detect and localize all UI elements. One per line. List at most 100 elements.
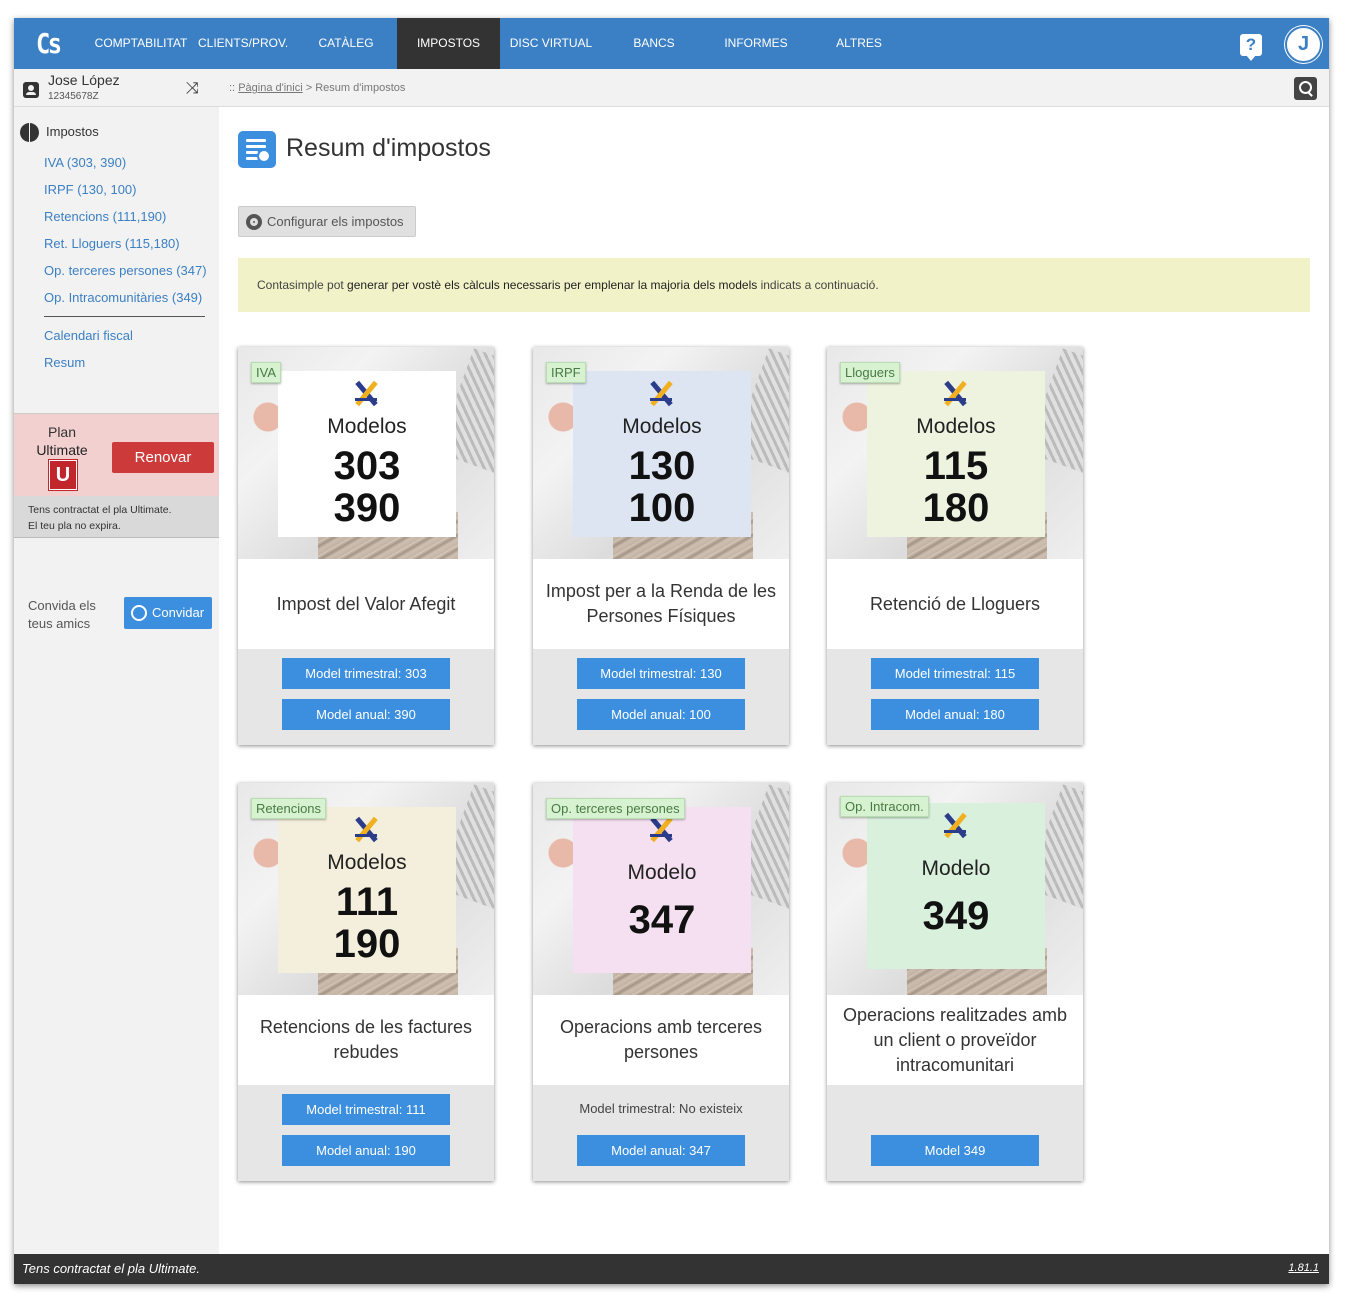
sidebar-item-ret-lloguers[interactable]: Ret. Lloguers (115,180) <box>44 236 180 251</box>
nav-altres[interactable]: ALTRES <box>826 18 892 69</box>
nav-impostos[interactable]: IMPOSTOS <box>397 18 500 69</box>
card-footer: Model 349 <box>827 1085 1083 1181</box>
sidebar-divider <box>44 316 205 317</box>
card-description: Impost del Valor Afegit <box>276 593 456 614</box>
renew-button[interactable]: Renovar <box>112 442 214 473</box>
aeat-logo-icon <box>938 379 972 407</box>
card-tag: Op. terceres persones <box>546 798 685 819</box>
sidebar-heading: Impostos <box>46 124 99 139</box>
shuffle-icon[interactable]: ⤨ <box>186 80 199 98</box>
pie-chart-icon <box>20 123 39 142</box>
card-footer: Model trimestral: 130 Model anual: 100 <box>533 649 789 745</box>
nav-bancs[interactable]: BANCS <box>622 18 686 69</box>
nav-comptabilitat[interactable]: COMPTABILITAT <box>94 18 188 69</box>
card-number: 115 <box>923 444 989 488</box>
card-description: Retenció de Lloguers <box>869 593 1041 614</box>
quarterly-model-button[interactable]: Model trimestral: 303 <box>282 658 450 689</box>
plan-name: Ultimate <box>36 442 88 458</box>
footer-plan-text: Tens contractat el pla Ultimate. <box>22 1261 200 1276</box>
plan-label: Plan <box>47 424 77 440</box>
card-number: 130 <box>628 444 696 488</box>
annual-model-button[interactable]: Model anual: 347 <box>577 1135 745 1166</box>
aeat-logo-icon <box>349 815 383 843</box>
plan-note: Tens contractat el pla Ultimate. El teu … <box>14 496 219 538</box>
card-number: 347 <box>628 898 696 942</box>
card-tag: Op. Intracom. <box>840 796 929 817</box>
card-paper: Modelos 303 390 <box>278 371 456 537</box>
card-number: 390 <box>333 486 401 530</box>
sidebar-item-irpf[interactable]: IRPF (130, 100) <box>44 182 137 197</box>
card-tag: Lloguers <box>840 362 900 383</box>
info-text-pre: Contasimple pot <box>257 278 348 292</box>
sidebar-item-op-terceres[interactable]: Op. terceres persones (347) <box>44 263 207 278</box>
breadcrumb-home-link[interactable]: Pàgina d'inici <box>238 82 302 94</box>
info-banner: Contasimple pot generar per vostè els cà… <box>238 258 1310 312</box>
nav-informes[interactable]: INFORMES <box>714 18 798 69</box>
annual-model-button[interactable]: Model anual: 180 <box>871 699 1039 730</box>
card-number: 190 <box>333 922 401 966</box>
aeat-logo-icon <box>644 815 678 843</box>
tax-card-irpf: IRPF Modelos 130 100 Impost per a la Ren… <box>533 347 789 745</box>
sidebar-item-iva[interactable]: IVA (303, 390) <box>44 155 126 170</box>
sidebar-item-calendari[interactable]: Calendari fiscal <box>44 328 133 343</box>
card-footer: Model trimestral: 303 Model anual: 390 <box>238 649 494 745</box>
card-number: 100 <box>628 486 696 530</box>
sidebar: Impostos IVA (303, 390) IRPF (130, 100) … <box>14 107 219 1254</box>
tax-card-lloguers: Lloguers Modelos 115 180 Retenció de Llo… <box>827 347 1083 745</box>
tax-card-retencions: Retencions Modelos 111 190 Retencions de… <box>238 783 494 1181</box>
sidebar-item-retencions[interactable]: Retencions (111,190) <box>44 209 166 224</box>
card-footer: Model trimestral: No existeix Model anua… <box>533 1085 789 1181</box>
help-icon[interactable]: ? <box>1240 34 1262 61</box>
quarterly-model-button[interactable]: Model trimestral: 111 <box>282 1094 450 1125</box>
card-heading: Modelo <box>921 857 991 880</box>
avatar[interactable]: J <box>1285 26 1322 63</box>
plan-box: Plan Ultimate U Renovar <box>14 413 219 496</box>
card-tag: IVA <box>251 362 281 383</box>
invite-button-label: Convidar <box>152 605 205 620</box>
card-number: 303 <box>333 444 401 488</box>
nav-cataleg[interactable]: CATÀLEG <box>306 18 386 69</box>
card-number: 349 <box>922 894 990 938</box>
user-name: Jose López <box>48 72 120 88</box>
top-navigation: Cs COMPTABILITAT CLIENTS/PROV. CATÀLEG I… <box>14 18 1329 69</box>
aeat-logo-icon <box>938 811 972 839</box>
globe-icon <box>131 605 147 621</box>
sidebar-item-resum[interactable]: Resum <box>44 355 85 370</box>
card-number: 180 <box>922 486 990 530</box>
plan-note-line1: Tens contractat el pla Ultimate. <box>28 504 172 516</box>
annual-model-button[interactable]: Model anual: 190 <box>282 1135 450 1166</box>
model-349-button[interactable]: Model 349 <box>871 1135 1039 1166</box>
logo[interactable]: Cs <box>36 29 62 59</box>
card-description: Retencions de les factures rebudes <box>259 1017 473 1062</box>
card-footer: Model trimestral: 115 Model anual: 180 <box>827 649 1083 745</box>
annual-model-button[interactable]: Model anual: 390 <box>282 699 450 730</box>
card-paper: Modelos 111 190 <box>278 807 456 973</box>
search-icon[interactable] <box>1294 77 1317 100</box>
invite-button[interactable]: Convidar <box>124 597 212 629</box>
breadcrumb-current: Resum d'impostos <box>315 82 406 94</box>
info-text-bold: generar per vostè els càlculs necessaris… <box>347 278 758 292</box>
aeat-logo-icon <box>349 379 383 407</box>
plan-badge: U <box>48 459 78 491</box>
nav-clients-prov[interactable]: CLIENTS/PROV. <box>198 18 288 69</box>
card-heading: Modelos <box>916 415 996 438</box>
annual-model-button[interactable]: Model anual: 100 <box>577 699 745 730</box>
tax-card-terceres: Op. terceres persones Modelo 347 Operaci… <box>533 783 789 1181</box>
tax-card-iva: IVA Modelos 303 390 Impost del Valor Afe… <box>238 347 494 745</box>
card-heading: Modelo <box>627 861 697 884</box>
plan-note-line2: El teu pla no expira. <box>28 520 121 532</box>
card-tag: IRPF <box>546 362 586 383</box>
sidebar-item-op-intracom[interactable]: Op. Intracomunitàries (349) <box>44 290 202 305</box>
quarterly-model-button[interactable]: Model trimestral: 115 <box>871 658 1039 689</box>
nav-disc-virtual[interactable]: DISC VIRTUAL <box>504 18 598 69</box>
quarterly-model-note: Model trimestral: No existeix <box>579 1101 743 1116</box>
configure-taxes-button[interactable]: Configurar els impostos <box>238 206 416 237</box>
card-footer: Model trimestral: 111 Model anual: 190 <box>238 1085 494 1181</box>
breadcrumb-separator: > <box>305 82 313 94</box>
version-link[interactable]: 1.81.1 <box>1288 1262 1319 1274</box>
user-box: Jose López 12345678Z ⤨ <box>14 69 219 107</box>
card-paper: Modelo 349 <box>867 803 1045 969</box>
quarterly-model-button[interactable]: Model trimestral: 130 <box>577 658 745 689</box>
footer: Tens contractat el pla Ultimate. 1.81.1 <box>14 1254 1329 1284</box>
card-heading: Modelos <box>622 415 702 438</box>
